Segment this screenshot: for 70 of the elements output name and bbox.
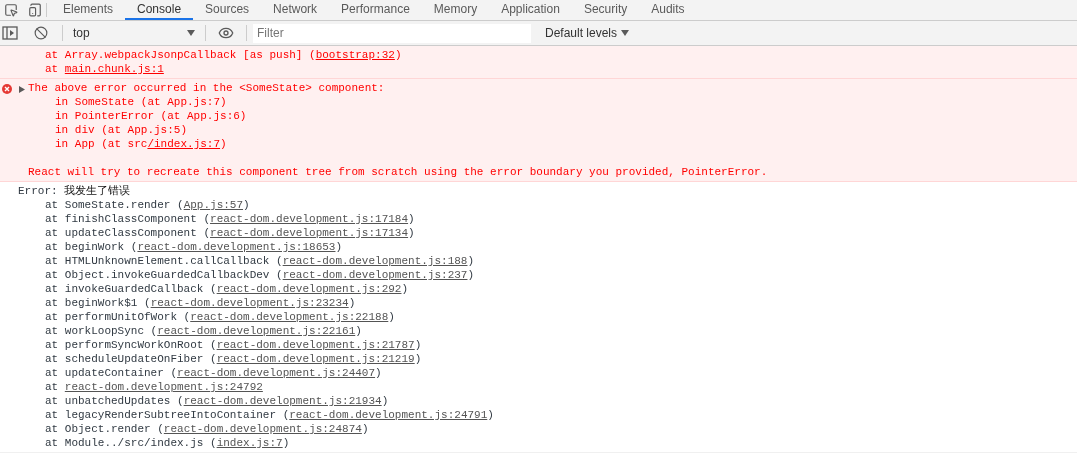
stack-text: ): [355, 323, 362, 339]
stack-text: at performSyncWorkOnRoot (: [45, 337, 217, 353]
log-levels-dropdown[interactable]: Default levels: [543, 24, 632, 42]
stack-text: ): [487, 407, 494, 423]
stack-text: at legacyRenderSubtreeIntoContainer (: [45, 407, 290, 423]
stack-text: ): [394, 47, 402, 63]
stack-text: in PointerError (at App.js:6): [55, 108, 247, 124]
stack-text: React will try to recreate this component tree from scratch using the error boundary you provided, PointerError.: [28, 164, 768, 180]
stack-text: ): [282, 435, 290, 451]
stack-text: ): [335, 239, 343, 255]
stack-text: at: [45, 379, 60, 395]
stack-text: ): [408, 211, 415, 227]
stack-text: ): [220, 136, 227, 152]
source-link[interactable]: bootstrap:32: [315, 46, 395, 64]
panel-tab[interactable]: Application: [489, 0, 572, 20]
stack-text: ): [388, 309, 395, 325]
panel-tab[interactable]: Network: [261, 0, 330, 20]
stack-text: at Object.invokeGuardedCallbackDev (: [45, 267, 283, 283]
dropdown-caret-icon: [621, 30, 630, 36]
stack-text: at: [45, 61, 60, 77]
sidebar-toggle-icon[interactable]: [2, 26, 18, 40]
stack-text: at Module../src/index.js (: [45, 435, 217, 451]
expand-triangle-icon[interactable]: [19, 86, 25, 93]
stack-text: at beginWork (: [45, 239, 138, 255]
device-toolbar-icon[interactable]: [28, 3, 42, 17]
stack-text: The above error occurred in the <SomeState> component:: [28, 80, 385, 96]
stack-text: at scheduleUpdateOnFiber (: [45, 351, 217, 367]
clear-console-icon[interactable]: [34, 26, 48, 40]
inspect-icon[interactable]: [4, 3, 18, 17]
stack-text: in div (at App.js:5): [55, 122, 188, 138]
panel-tab[interactable]: Sources: [193, 0, 262, 20]
stack-text: ): [467, 253, 475, 269]
stack-text: ): [414, 351, 422, 367]
stack-text: Error:: [18, 183, 59, 199]
stack-text: at invokeGuardedCallback (: [45, 281, 217, 297]
stack-text: at finishClassComponent (: [45, 211, 211, 227]
stack-text: ): [375, 365, 382, 381]
error-icon: [2, 84, 12, 94]
stack-text: at workLoopSync (: [45, 323, 158, 339]
stack-text: at HTMLUnknownElement.callCallback (: [45, 253, 283, 269]
dropdown-caret-icon: [187, 30, 195, 36]
stack-text: ): [414, 337, 422, 353]
stack-text: at performUnitOfWork (: [45, 309, 191, 325]
filter-field[interactable]: Filter: [253, 23, 531, 43]
stack-text: ): [348, 295, 356, 311]
panel-tab[interactable]: Memory: [421, 0, 490, 20]
source-link[interactable]: /index.js:7: [147, 135, 221, 153]
stack-text: at updateContainer (: [45, 365, 178, 381]
stack-text: ): [467, 267, 475, 283]
source-link[interactable]: main.chunk.js:1: [64, 60, 164, 78]
panel-tab[interactable]: Security: [571, 0, 640, 20]
stack-text: ): [381, 393, 389, 409]
stack-text: ): [361, 421, 369, 437]
stack-text: in App (at src: [55, 136, 148, 152]
stack-text: at Array.webpackJsonpCallback [as push] (: [45, 47, 316, 63]
panel-tab[interactable]: Audits: [639, 0, 697, 20]
stack-text: at Object.render (: [45, 421, 164, 437]
stack-text: at SomeState.render (: [45, 197, 184, 213]
panel-tab[interactable]: Elements: [51, 0, 126, 20]
context-select[interactable]: top: [69, 24, 199, 42]
stack-text: in SomeState (at App.js:7): [55, 94, 227, 110]
stack-text: ): [401, 281, 409, 297]
stack-text: at beginWork$1 (: [45, 295, 151, 311]
stack-text: at unbatchedUpdates (: [45, 393, 184, 409]
error-message: 我发生了错误: [64, 182, 131, 199]
stack-text: ): [408, 225, 415, 241]
stack-text: ): [243, 197, 250, 213]
eye-icon[interactable]: [218, 25, 234, 41]
panel-tab[interactable]: Performance: [329, 0, 422, 20]
stack-text: at updateClassComponent (: [45, 225, 211, 241]
